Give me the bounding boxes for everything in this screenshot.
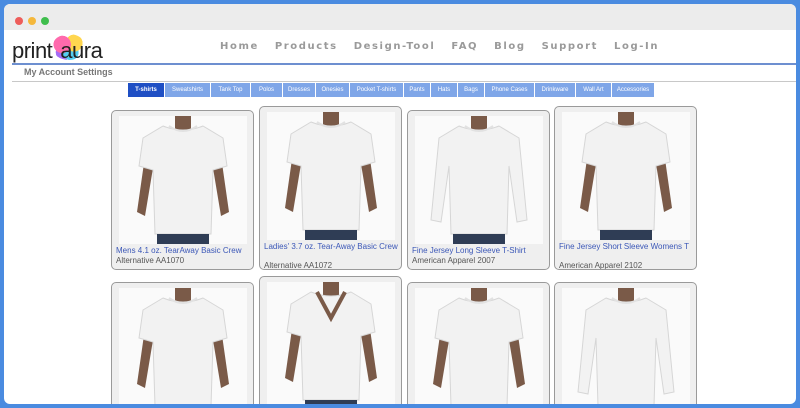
product-photo xyxy=(267,282,395,404)
tab-t-shirts[interactable]: T-shirts xyxy=(128,83,165,97)
product-title[interactable]: Ladies' 3.7 oz. Tear-Away Basic Crew xyxy=(264,242,400,251)
nav-home[interactable]: Home xyxy=(220,41,259,52)
product-sku: Alternative AA1070 xyxy=(116,256,185,265)
nav-faq[interactable]: FAQ xyxy=(451,41,478,52)
product-sku: American Apparel 2007 xyxy=(412,256,496,265)
shirt-model-image xyxy=(137,116,229,244)
shirt-model-image xyxy=(577,288,675,404)
printaura-logo[interactable]: print aura xyxy=(12,32,112,66)
tab-sweatshirts[interactable]: Sweatshirts xyxy=(165,83,211,97)
maximize-window-button[interactable] xyxy=(41,17,49,25)
tab-tank-top[interactable]: Tank Top xyxy=(211,83,251,97)
tab-phone-cases[interactable]: Phone Cases xyxy=(485,83,535,97)
product-card[interactable]: Mens 4.1 oz. TearAway Basic Crew Alterna… xyxy=(111,110,254,270)
product-title[interactable]: Mens 4.1 oz. TearAway Basic Crew xyxy=(116,246,252,255)
tab-dresses[interactable]: Dresses xyxy=(283,83,316,97)
tab-hats[interactable]: Hats xyxy=(431,83,458,97)
shirt-model-image xyxy=(580,112,672,240)
shirt-model-image xyxy=(433,288,525,404)
product-photo xyxy=(267,112,395,240)
product-sku: Alternative AA1072 xyxy=(264,261,333,270)
product-card[interactable] xyxy=(407,282,550,404)
product-photo xyxy=(119,116,247,244)
shirt-model-image xyxy=(430,116,528,244)
nav-design-tool[interactable]: Design-Tool xyxy=(354,41,436,52)
account-settings-link[interactable]: My Account Settings xyxy=(24,67,113,77)
nav-blog[interactable]: Blog xyxy=(494,41,525,52)
category-tabs: T-shirts Sweatshirts Tank Top Polos Dres… xyxy=(128,83,655,97)
product-card[interactable] xyxy=(554,282,697,404)
product-card[interactable]: Fine Jersey Short Sleeve Womens T Americ… xyxy=(554,106,697,270)
shirt-model-image xyxy=(137,288,229,404)
product-photo xyxy=(562,112,690,240)
site-header: print aura Home Products Design-Tool FAQ … xyxy=(4,30,796,64)
product-photo xyxy=(415,116,543,244)
product-photo xyxy=(562,288,690,404)
product-card[interactable]: Ladies' 3.7 oz. Tear-Away Basic Crew Alt… xyxy=(259,106,402,270)
nav-log-in[interactable]: Log-In xyxy=(614,41,659,52)
shirt-model-image xyxy=(285,112,377,240)
window-titlebar xyxy=(4,4,796,30)
product-title[interactable]: Fine Jersey Short Sleeve Womens T xyxy=(559,242,695,251)
product-title[interactable]: Fine Jersey Long Sleeve T-Shirt xyxy=(412,246,548,255)
header-divider xyxy=(12,63,796,65)
nav-support[interactable]: Support xyxy=(542,41,598,52)
tab-pocket-t-shirts[interactable]: Pocket T-shirts xyxy=(350,83,404,97)
product-card[interactable]: Fine Jersey Long Sleeve T-Shirt American… xyxy=(407,110,550,270)
shirt-model-image xyxy=(285,282,377,404)
product-photo xyxy=(415,288,543,404)
tab-polos[interactable]: Polos xyxy=(251,83,283,97)
tab-wall-art[interactable]: Wall Art xyxy=(576,83,612,97)
nav-products[interactable]: Products xyxy=(275,41,338,52)
minimize-window-button[interactable] xyxy=(28,17,36,25)
product-sku: American Apparel 2102 xyxy=(559,261,643,270)
product-card[interactable] xyxy=(259,276,402,404)
browser-window: print aura Home Products Design-Tool FAQ … xyxy=(4,4,796,404)
tab-pants[interactable]: Pants xyxy=(404,83,431,97)
product-photo xyxy=(119,288,247,404)
tab-accessories[interactable]: Accessories xyxy=(612,83,655,97)
close-window-button[interactable] xyxy=(15,17,23,25)
tab-onesies[interactable]: Onesies xyxy=(316,83,350,97)
product-card[interactable] xyxy=(111,282,254,404)
tab-bags[interactable]: Bags xyxy=(458,83,485,97)
account-divider xyxy=(12,81,796,82)
main-nav: Home Products Design-Tool FAQ Blog Suppo… xyxy=(220,41,675,52)
tab-drinkware[interactable]: Drinkware xyxy=(535,83,576,97)
